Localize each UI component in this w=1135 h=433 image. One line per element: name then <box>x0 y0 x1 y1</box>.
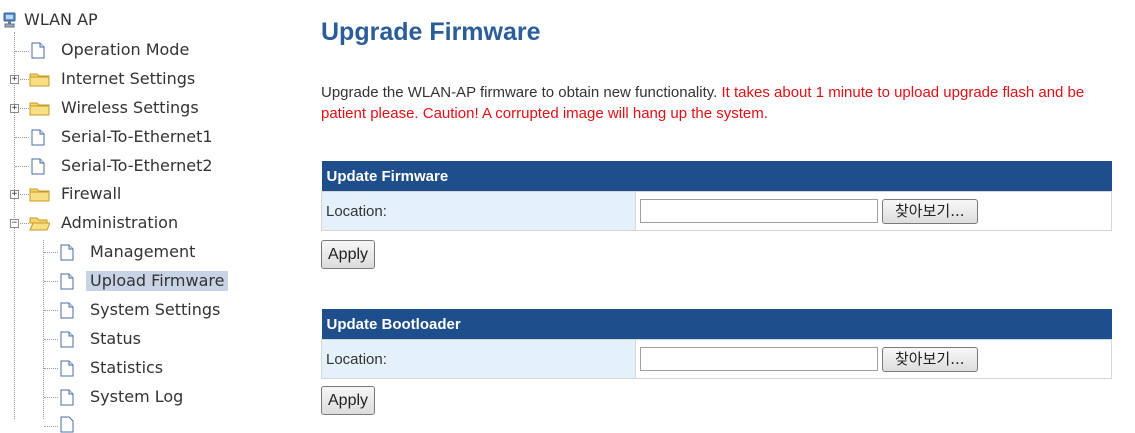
tree-item-label: Serial-To-Ethernet1 <box>61 127 213 146</box>
bootloader-apply-button[interactable]: Apply <box>321 386 376 415</box>
bootloader-location-label: Location: <box>321 339 636 379</box>
tree-item-label: Firewall <box>61 184 122 203</box>
firmware-apply-button[interactable]: Apply <box>321 240 376 269</box>
expand-icon[interactable]: + <box>10 190 19 199</box>
folder-open-icon <box>29 217 50 231</box>
tree-item-label: Statistics <box>90 358 164 377</box>
bootloader-file-path-input[interactable] <box>640 347 878 371</box>
bootloader-browse-button[interactable]: 찾아보기... <box>882 346 978 372</box>
tree-item-label: System Settings <box>90 300 221 319</box>
page-icon <box>60 302 74 319</box>
tree-line <box>44 397 58 398</box>
firmware-location-cell: 찾아보기... <box>635 191 1112 231</box>
firmware-location-label: Location: <box>321 191 636 231</box>
tree-line <box>20 79 29 80</box>
expand-icon[interactable]: + <box>10 75 19 84</box>
folder-icon <box>29 188 50 202</box>
page-icon <box>60 273 74 290</box>
tree-line <box>20 108 29 109</box>
page-icon <box>60 360 74 377</box>
tree-item-label: Status <box>90 329 141 348</box>
tree-line <box>15 51 29 52</box>
navigation-tree: WLAN AP Operation Mode + Internet Settin… <box>0 0 300 433</box>
tree-line <box>20 223 29 224</box>
main-content: Upgrade Firmware Upgrade the WLAN-AP fir… <box>313 0 1128 419</box>
tree-root-label: WLAN AP <box>24 10 98 29</box>
tree-item-label: Upload Firmware <box>86 271 229 291</box>
page-icon <box>31 158 45 175</box>
tree-item-label: System Log <box>90 387 184 406</box>
update-bootloader-header: Update Bootloader <box>321 309 1112 340</box>
tree-item-label: Administration <box>61 213 179 232</box>
page-icon <box>60 331 74 348</box>
bootloader-location-cell: 찾아보기... <box>635 339 1112 379</box>
update-bootloader-table: Update Bootloader Location: 찾아보기... <box>321 309 1112 379</box>
page-description: Upgrade the WLAN-AP firmware to obtain n… <box>321 82 1126 124</box>
update-firmware-header: Update Firmware <box>321 161 1112 192</box>
update-firmware-table: Update Firmware Location: 찾아보기... <box>321 161 1112 231</box>
description-text: Upgrade the WLAN-AP firmware to obtain n… <box>321 84 718 101</box>
folder-icon <box>29 73 50 87</box>
tree-item-label: Wireless Settings <box>61 98 199 117</box>
page-icon <box>60 244 74 261</box>
tree-line <box>44 281 58 282</box>
firmware-browse-button[interactable]: 찾아보기... <box>882 198 978 224</box>
tree-item-label: Operation Mode <box>61 40 190 59</box>
tree-line <box>44 426 58 427</box>
folder-icon <box>29 102 50 116</box>
collapse-icon[interactable]: − <box>10 219 19 228</box>
firmware-file-path-input[interactable] <box>640 199 878 223</box>
tree-line <box>15 166 29 167</box>
tree-item-label: Internet Settings <box>61 69 196 88</box>
page-title: Upgrade Firmware <box>321 18 541 46</box>
tree-line <box>15 137 29 138</box>
tree-line <box>20 194 29 195</box>
page-icon <box>31 42 45 59</box>
expand-icon[interactable]: + <box>10 104 19 113</box>
tree-line <box>44 339 58 340</box>
tree-line <box>43 240 44 419</box>
tree-line <box>14 228 15 419</box>
tree-line <box>44 252 58 253</box>
tree-line <box>44 368 58 369</box>
computer-network-icon <box>3 12 16 28</box>
page-icon <box>31 129 45 146</box>
page-icon <box>60 389 74 406</box>
tree-line <box>44 310 58 311</box>
tree-item-label: Management <box>90 242 196 261</box>
tree-item-label: Serial-To-Ethernet2 <box>61 156 213 175</box>
